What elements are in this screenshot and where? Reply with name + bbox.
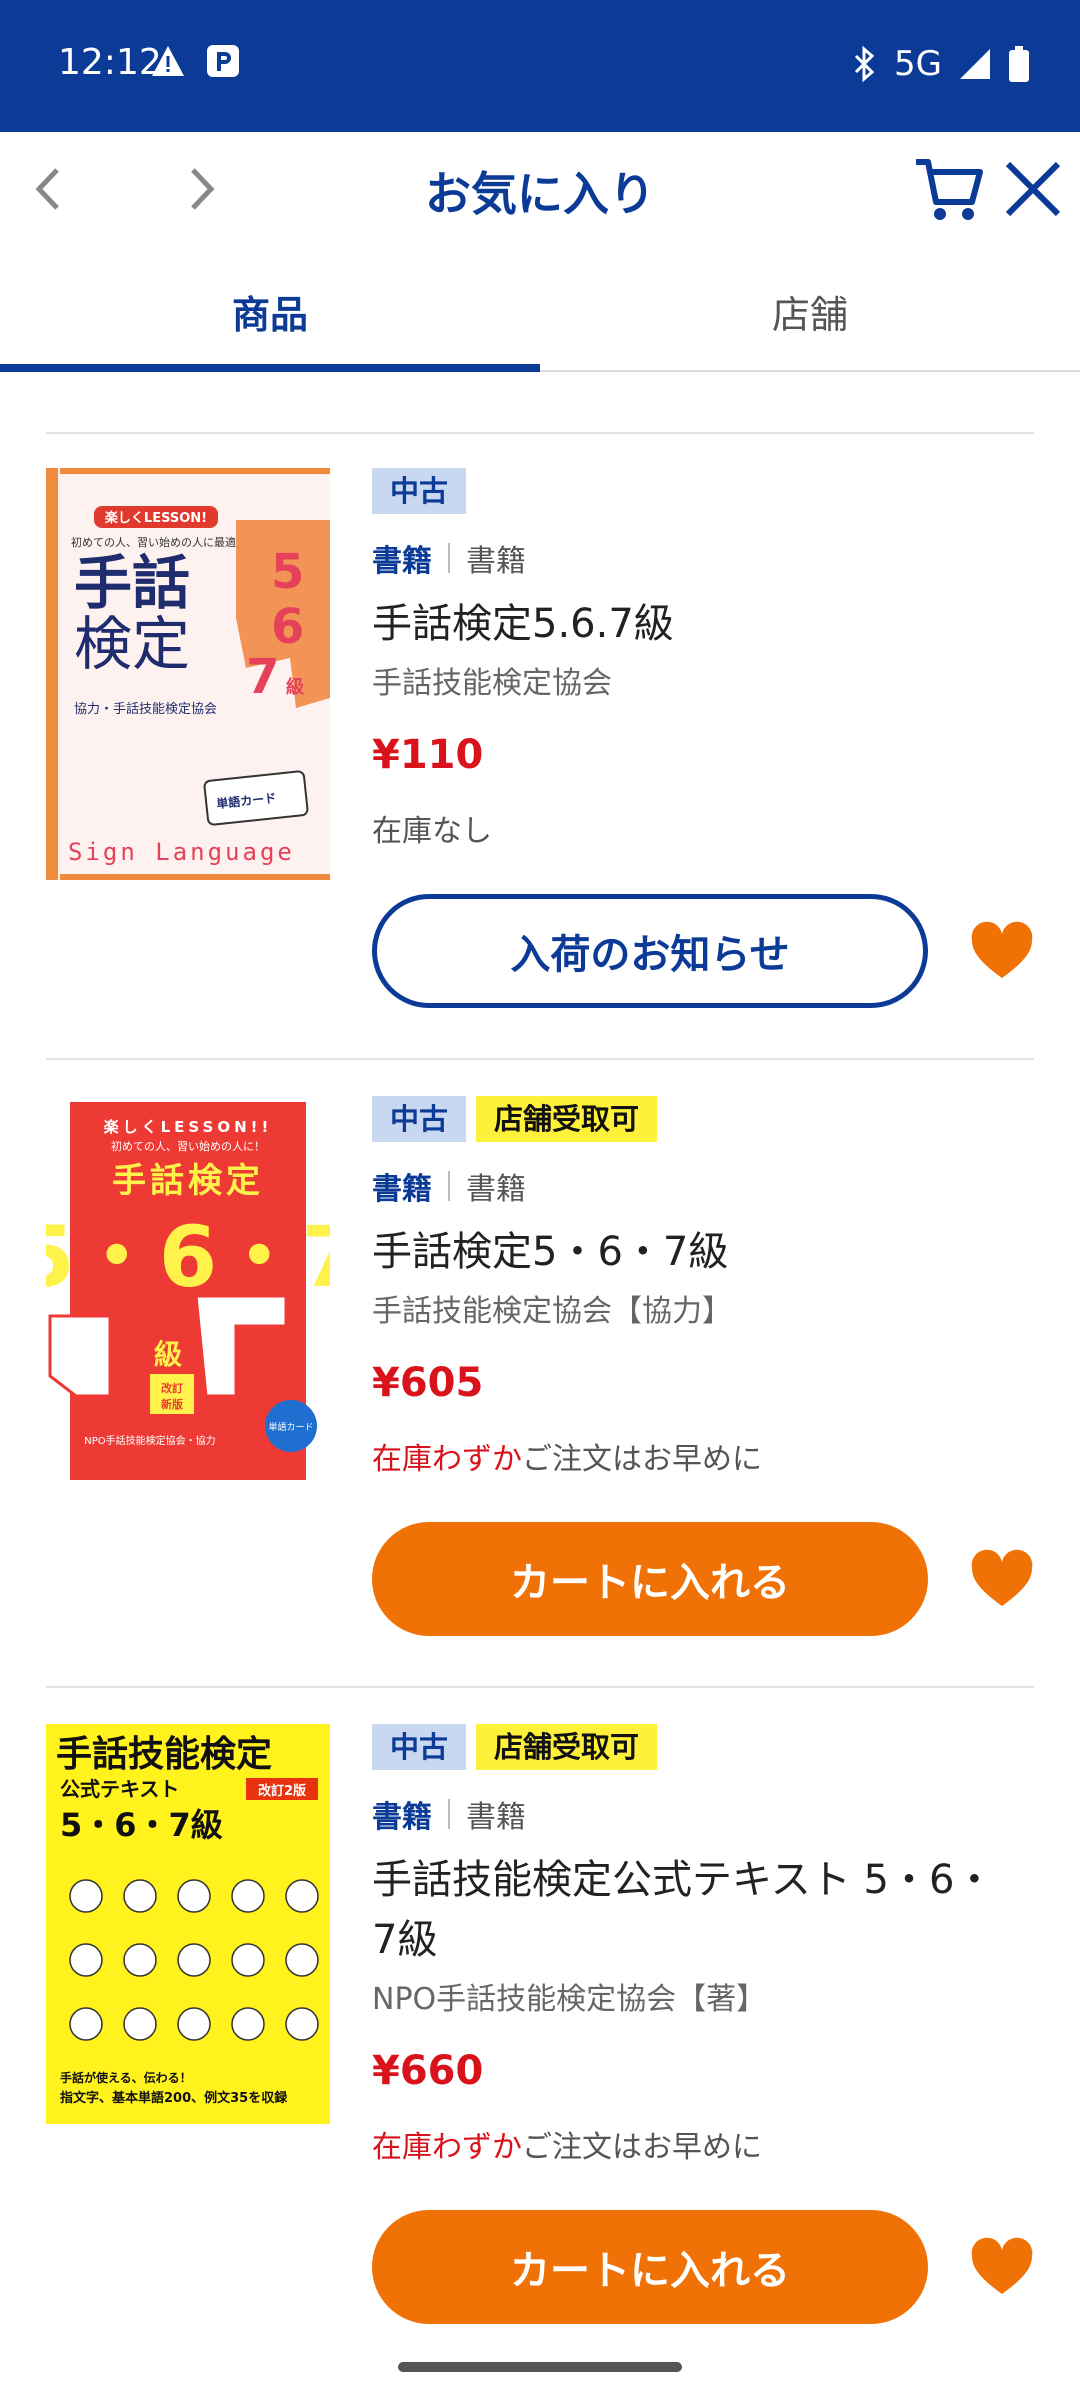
cover-kyu: 級 xyxy=(154,1338,182,1371)
item-info: 中古 書籍 書籍 手話検定5.6.7級 手話技能検定協会 ¥110 在庫なし xyxy=(372,468,1012,850)
book-cover[interactable]: 楽しくLESSON! 初めての人、習い始めの人に最適 手話 検定 5 6 7 級… xyxy=(46,468,330,880)
cover-nums: 5・6・7 xyxy=(46,1208,330,1306)
item-info: 中古 店舗受取可 書籍 書籍 手話検定5・6・7級 手話技能検定協会【協力】 ¥… xyxy=(372,1096,1012,1478)
close-icon xyxy=(1005,161,1061,217)
cover-title: 手話検定 xyxy=(112,1161,264,1201)
book-cover-image: 楽しくLESSON!! 初めての人、習い始めの人に！ 手話検定 5・6・7 級 … xyxy=(16,1096,360,1496)
stock-warning: 在庫わずか xyxy=(372,1442,522,1477)
cover-coop: 協力・手話技能検定協会 xyxy=(74,701,217,717)
parking-icon xyxy=(207,45,239,77)
divider xyxy=(46,1058,1034,1060)
cart-button[interactable] xyxy=(912,152,986,226)
svg-text:新版: 新版 xyxy=(161,1397,183,1411)
warning-icon xyxy=(152,46,184,76)
item-price: ¥605 xyxy=(372,1360,484,1406)
add-to-cart-button[interactable]: カートに入れる xyxy=(372,1522,928,1636)
subcategory: 書籍 xyxy=(466,1800,526,1835)
item-price: ¥110 xyxy=(372,732,484,778)
item-author: NPO手話技能検定協会【著】 xyxy=(372,1982,767,2017)
cover-coop: NPO手話技能検定協会・協力 xyxy=(84,1434,215,1447)
badges: 中古 店舗受取可 xyxy=(372,1096,1012,1142)
stock-status: 在庫なし xyxy=(372,806,1012,850)
svg-text:改訂: 改訂 xyxy=(161,1381,183,1395)
item-title[interactable]: 手話検定5.6.7級 xyxy=(372,594,1012,654)
cover-top: 楽しくLESSON! xyxy=(104,510,207,526)
divider xyxy=(46,432,1034,434)
cover-title-1: 手話 xyxy=(74,549,190,617)
book-cover[interactable]: 楽しくLESSON!! 初めての人、習い始めの人に！ 手話検定 5・6・7 級 … xyxy=(16,1096,360,1496)
signal-icon xyxy=(960,49,990,79)
bluetooth-icon xyxy=(854,46,875,82)
tab-stores[interactable]: 店舗 xyxy=(540,250,1080,372)
battery-icon xyxy=(1009,46,1029,82)
item-author: 手話技能検定協会【協力】 xyxy=(372,1294,732,1329)
heart-icon[interactable] xyxy=(970,1548,1034,1612)
category: 書籍 xyxy=(372,1800,432,1835)
store-pickup-badge: 店舗受取可 xyxy=(476,1724,658,1770)
svg-text:単語カード: 単語カード xyxy=(268,1421,313,1433)
cart-icon xyxy=(916,159,983,220)
book-cover-image: 手話技能検定 公式テキスト 改訂2版 5・6・7級 手話が使える、伝わる！ 指文… xyxy=(46,1724,330,2124)
cover-edition: 改訂2版 xyxy=(258,1783,306,1799)
category-separator xyxy=(448,543,450,573)
svg-text:6: 6 xyxy=(271,599,304,655)
item-title[interactable]: 手話技能検定公式テキスト 5・6・7級 xyxy=(372,1850,1012,1970)
book-cover-image: 楽しくLESSON! 初めての人、習い始めの人に最適 手話 検定 5 6 7 級… xyxy=(46,468,330,880)
svg-text:5: 5 xyxy=(271,544,304,600)
category-row: 書籍 書籍 xyxy=(372,1792,1012,1836)
category-row: 書籍 書籍 xyxy=(372,536,1012,580)
restock-notify-button[interactable]: 入荷のお知らせ xyxy=(372,894,928,1008)
cover-footer: Sign Language xyxy=(68,838,295,866)
badges: 中古 店舗受取可 xyxy=(372,1724,1012,1770)
status-bar: 12:12 5G xyxy=(0,0,1080,132)
store-pickup-badge: 店舗受取可 xyxy=(476,1096,658,1142)
category: 書籍 xyxy=(372,1172,432,1207)
favorites-list[interactable]: 楽しくLESSON! 初めての人、習い始めの人に最適 手話 検定 5 6 7 級… xyxy=(0,372,1080,2400)
tab-bar: 商品 店舗 xyxy=(0,250,1080,372)
stock-text: 在庫なし xyxy=(372,814,492,849)
cover-sub: 初めての人、習い始めの人に！ xyxy=(111,1139,265,1153)
cover-bottom-1: 手話が使える、伝わる！ xyxy=(60,2070,192,2085)
cover-sub: 公式テキスト xyxy=(60,1777,179,1801)
item-info: 中古 店舗受取可 書籍 書籍 手話技能検定公式テキスト 5・6・7級 NPO手話… xyxy=(372,1724,1012,2166)
book-cover[interactable]: 手話技能検定 公式テキスト 改訂2版 5・6・7級 手話が使える、伝わる！ 指文… xyxy=(46,1724,330,2124)
cover-title-2: 検定 xyxy=(74,610,190,678)
stock-warning: 在庫わずか xyxy=(372,2130,522,2165)
add-to-cart-button[interactable]: カートに入れる xyxy=(372,2210,928,2324)
cover-nums: 5・6・7級 xyxy=(60,1806,223,1844)
stock-text: ご注文はお早めに xyxy=(522,1442,762,1477)
used-badge: 中古 xyxy=(372,1096,467,1142)
close-button[interactable] xyxy=(1000,156,1066,222)
status-time: 12:12 xyxy=(58,42,162,83)
app-header: お気に入り xyxy=(0,132,1080,250)
cover-sub: 初めての人、習い始めの人に最適 xyxy=(71,535,236,549)
badges: 中古 xyxy=(372,468,1012,514)
category-row: 書籍 書籍 xyxy=(372,1164,1012,1208)
cover-title: 手話技能検定 xyxy=(56,1734,272,1775)
subcategory: 書籍 xyxy=(466,1172,526,1207)
cover-bottom-2: 指文字、基本単語200、例文35を収録 xyxy=(60,2090,288,2106)
stock-text: ご注文はお早めに xyxy=(522,2130,762,2165)
category: 書籍 xyxy=(372,544,432,579)
stock-status: 在庫わずかご注文はお早めに xyxy=(372,1434,1012,1478)
item-price: ¥660 xyxy=(372,2048,484,2094)
heart-icon[interactable] xyxy=(970,2236,1034,2300)
item-author: 手話技能検定協会 xyxy=(372,666,612,701)
subcategory: 書籍 xyxy=(466,544,526,579)
network-label: 5G xyxy=(894,44,942,84)
cover-kyu: 級 xyxy=(286,676,304,698)
tab-indicator xyxy=(0,364,540,372)
category-separator xyxy=(448,1799,450,1829)
divider xyxy=(46,1686,1034,1688)
gesture-bar[interactable] xyxy=(398,2362,682,2372)
used-badge: 中古 xyxy=(372,1724,467,1770)
cover-top: 楽しくLESSON!! xyxy=(104,1118,273,1136)
stock-status: 在庫わずかご注文はお早めに xyxy=(372,2122,1012,2166)
heart-icon[interactable] xyxy=(970,920,1034,984)
used-badge: 中古 xyxy=(372,468,467,514)
svg-text:7: 7 xyxy=(246,649,279,705)
tab-products[interactable]: 商品 xyxy=(0,250,540,372)
item-title[interactable]: 手話検定5・6・7級 xyxy=(372,1222,1012,1282)
category-separator xyxy=(448,1171,450,1201)
